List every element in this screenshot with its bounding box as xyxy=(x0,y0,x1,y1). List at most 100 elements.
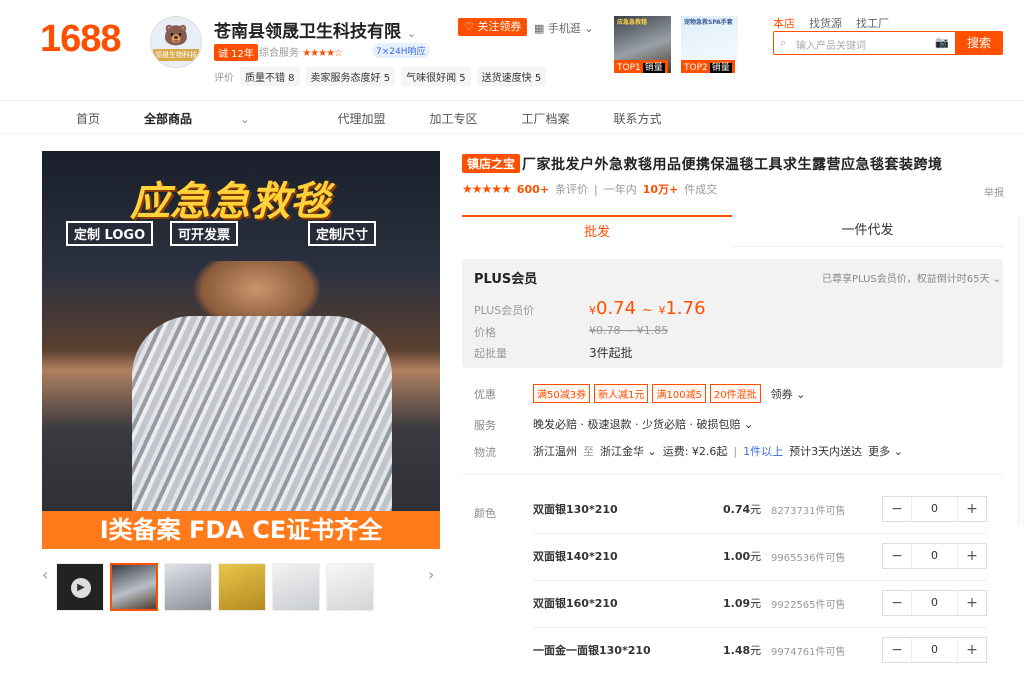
plus-button[interactable]: + xyxy=(958,642,986,658)
plus-note[interactable]: 已尊享PLUS会员价，权益倒计时65天 ⌄ xyxy=(822,270,1001,285)
eval-tag[interactable]: 质量不错 8 xyxy=(240,67,300,86)
top-tag-text: 销量 xyxy=(642,63,665,73)
gallery-video-thumb[interactable]: ▶ xyxy=(56,563,104,611)
gallery-thumb[interactable] xyxy=(326,563,374,611)
nav-all-products[interactable]: 全部商品 ⌄ xyxy=(144,110,293,127)
bear-logo-icon: 🐻 xyxy=(163,23,189,47)
quantity-input[interactable]: 0 xyxy=(911,497,958,521)
nav-contact[interactable]: 联系方式 xyxy=(613,110,661,127)
plus-note-text: 已尊享PLUS会员价，权益倒计时65天 xyxy=(822,274,990,285)
sku-price: 1.00元 xyxy=(723,548,761,564)
minus-button[interactable]: − xyxy=(883,548,911,564)
top-tag-rank: TOP2 xyxy=(684,63,708,73)
chevron-down-icon: ⌄ xyxy=(240,113,250,126)
sku-price-value: 0.74 xyxy=(723,503,751,516)
quantity-input[interactable]: 0 xyxy=(911,638,958,662)
top-product-1[interactable]: 应急急救毯 TOP1 销量 xyxy=(614,16,671,73)
price-low: 0.74 xyxy=(596,298,637,319)
get-coupon-link[interactable]: 领券 ⌄ xyxy=(771,386,806,402)
minus-button[interactable]: − xyxy=(883,595,911,611)
search-button[interactable]: 搜索 xyxy=(955,31,1003,55)
side-toolbar[interactable] xyxy=(1018,215,1024,525)
ship-to-word: 至 xyxy=(583,445,594,458)
chevron-right-icon[interactable]: › xyxy=(428,565,434,584)
top-tag-text: 销量 xyxy=(709,63,732,73)
nav-factory[interactable]: 工厂档案 xyxy=(521,110,569,127)
scope-this-shop[interactable]: 本店 xyxy=(773,15,795,31)
eval-tag[interactable]: 卖家服务态度好 5 xyxy=(305,67,396,86)
sku-price-unit: 元 xyxy=(750,644,762,657)
nav-agency[interactable]: 代理加盟 xyxy=(337,110,385,127)
follow-button[interactable]: ♡ 关注领券 xyxy=(458,18,528,36)
top-product-title: 宠物急救SPA手套 xyxy=(684,19,733,26)
orig-price-label: 价格 xyxy=(474,326,496,339)
gallery-thumb[interactable] xyxy=(272,563,320,611)
main-product-image[interactable]: 应急急救毯 定制 LOGO 可开发票 定制尺寸 I类备案 FDA CE证书齐全 xyxy=(42,151,440,549)
gallery-thumb[interactable] xyxy=(110,563,158,611)
eval-tag[interactable]: 气味很好闻 5 xyxy=(401,67,471,86)
chevron-down-icon: ⌄ xyxy=(893,445,903,458)
sku-price-value: 1.09 xyxy=(723,597,751,610)
plus-button[interactable]: + xyxy=(958,595,986,611)
gallery-thumb[interactable] xyxy=(218,563,266,611)
mobile-link[interactable]: ▦ 手机逛 ⌄ xyxy=(534,20,594,36)
scope-factory[interactable]: 找工厂 xyxy=(856,15,889,31)
chevron-left-icon[interactable]: ‹ xyxy=(42,565,48,584)
report-link[interactable]: 举报 xyxy=(984,184,1004,199)
shop-avatar[interactable]: 🐻 领晟生物科技 xyxy=(150,16,202,68)
logistics-more-label: 更多 xyxy=(868,445,891,458)
service-guarantees[interactable]: 晚发必赔 · 极速退款 · 少货必赔 · 破损包赔 ⌄ xyxy=(533,416,753,432)
nav-divider xyxy=(0,133,1024,134)
quantity-input[interactable]: 0 xyxy=(911,591,958,615)
avatar-caption: 领晟生物科技 xyxy=(153,49,199,61)
chevron-down-icon[interactable]: ⌄ xyxy=(407,27,416,40)
shop-name-text[interactable]: 苍南县领晟卫生科技有限 xyxy=(214,22,401,42)
ship-to: 浙江金华 xyxy=(600,445,644,458)
coupon[interactable]: 20件混批 xyxy=(709,384,761,403)
eval-tag[interactable]: 送货速度快 5 xyxy=(476,67,547,86)
image-feature: 定制尺寸 xyxy=(308,221,377,246)
shop-name[interactable]: 苍南县领晟卫生科技有限 ⌄ xyxy=(214,17,416,42)
min-batch: 3件起批 xyxy=(589,346,633,360)
ship-to-select[interactable]: 浙江金华 ⌄ xyxy=(600,443,657,459)
separator: | xyxy=(733,444,738,458)
evals-label: 评价 xyxy=(214,73,234,84)
chevron-down-icon: ⌄ xyxy=(584,22,594,35)
camera-icon[interactable]: 📷 xyxy=(935,36,949,49)
quantity-input[interactable]: 0 xyxy=(911,544,958,568)
image-gallery: ▶ xyxy=(56,563,374,611)
sku-stock: 9974761件可售 xyxy=(771,647,846,658)
nav-home[interactable]: 首页 xyxy=(76,110,100,127)
search-input[interactable]: ⌕ 输入产品关键词 📷 xyxy=(773,31,955,55)
coupon[interactable]: 满50减3券 xyxy=(533,384,591,403)
scope-sources[interactable]: 找货源 xyxy=(809,15,842,31)
service-label: 服务 xyxy=(474,419,496,432)
plus-button[interactable]: + xyxy=(958,501,986,517)
sku-stock: 9965536件可售 xyxy=(771,553,846,564)
tab-wholesale[interactable]: 批发 xyxy=(462,215,732,247)
top-product-2[interactable]: 宠物急救SPA手套 TOP2 销量 xyxy=(681,16,738,73)
nav-processing[interactable]: 加工专区 xyxy=(429,110,477,127)
eval-count[interactable]: 600+ xyxy=(517,183,549,196)
coupon-list: 满50减3券 新人减1元 满100减5 20件混批 领券 ⌄ xyxy=(533,384,805,403)
sku-name: 双面银140*210 xyxy=(533,550,618,563)
nav-all-products-label: 全部商品 xyxy=(144,112,193,126)
gallery-thumb[interactable] xyxy=(164,563,212,611)
quantity-stepper: −0 + xyxy=(882,496,987,522)
minus-button[interactable]: − xyxy=(883,642,911,658)
product-meta: ★★★★★ 600+ 条评价 | 一年内 10万+ 件成交 xyxy=(462,181,717,197)
ship-from: 浙江温州 xyxy=(533,445,577,458)
rating-stars: ★★★★☆ xyxy=(302,48,343,59)
minus-button[interactable]: − xyxy=(883,501,911,517)
service-text: 晚发必赔 · 极速退款 · 少货必赔 · 破损包赔 xyxy=(533,418,741,431)
years-badge: 诚 12年 xyxy=(214,44,258,61)
coupon[interactable]: 新人减1元 xyxy=(594,384,649,403)
ship-qty[interactable]: 1件以上 xyxy=(743,443,783,459)
coupon[interactable]: 满100减5 xyxy=(652,384,706,403)
ship-eta: 预计3天内送达 xyxy=(789,445,863,458)
plus-button[interactable]: + xyxy=(958,548,986,564)
site-logo[interactable]: 1688 xyxy=(40,18,122,61)
logistics-more[interactable]: 更多 ⌄ xyxy=(868,443,903,459)
tab-dropship[interactable]: 一件代发 xyxy=(732,215,1003,247)
image-feature: 定制 LOGO xyxy=(66,221,154,246)
